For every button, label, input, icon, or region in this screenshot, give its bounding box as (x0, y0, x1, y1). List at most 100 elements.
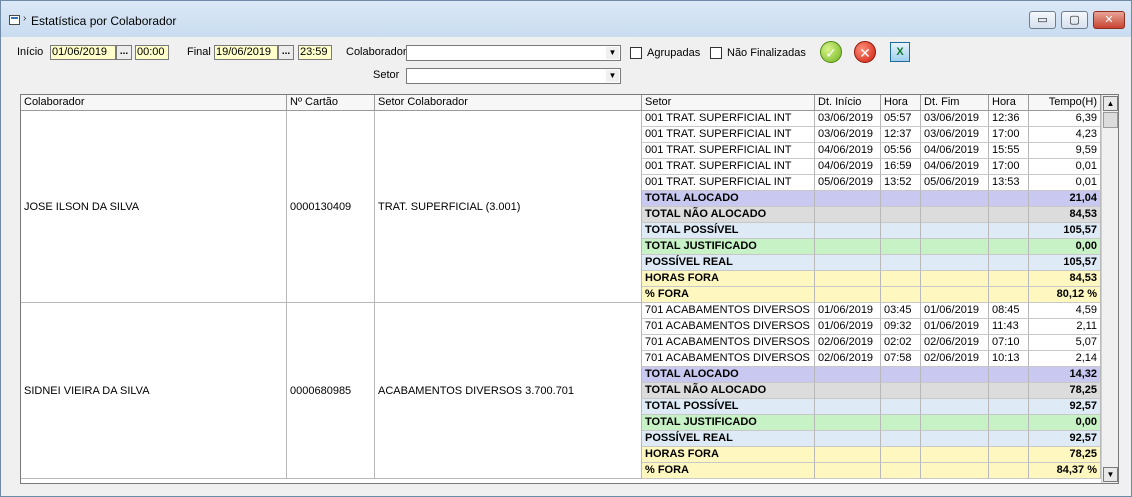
scroll-down-button[interactable]: ▼ (1103, 467, 1118, 482)
table-cell[interactable]: 2,11 (1029, 319, 1101, 335)
table-cell[interactable]: 9,59 (1029, 143, 1101, 159)
table-cell[interactable]: 02/06/2019 (815, 335, 881, 351)
table-cell[interactable]: 10:13 (989, 351, 1029, 367)
total-value[interactable]: 105,57 (1029, 223, 1101, 239)
table-cell[interactable]: 001 TRAT. SUPERFICIAL INT (642, 127, 815, 143)
chevron-down-icon[interactable]: ▼ (606, 70, 619, 82)
total-value[interactable]: 80,12 % (1029, 287, 1101, 303)
vertical-scrollbar[interactable]: ▲ ▼ (1101, 95, 1118, 483)
cancel-button[interactable]: ✕ (854, 41, 876, 63)
table-cell[interactable]: 01/06/2019 (815, 303, 881, 319)
table-cell[interactable]: 0,01 (1029, 159, 1101, 175)
colaborador-cell[interactable]: SIDNEI VIEIRA DA SILVA (21, 303, 287, 479)
table-cell[interactable]: 12:36 (989, 111, 1029, 127)
total-value[interactable]: 84,53 (1029, 271, 1101, 287)
total-value[interactable]: 92,57 (1029, 399, 1101, 415)
total-value[interactable]: 78,25 (1029, 447, 1101, 463)
scroll-thumb[interactable] (1103, 112, 1118, 128)
app-window-icon[interactable] (9, 15, 20, 25)
colaborador-cell[interactable]: JOSE ILSON DA SILVA (21, 111, 287, 303)
total-label[interactable]: HORAS FORA (642, 447, 815, 463)
total-label[interactable]: HORAS FORA (642, 271, 815, 287)
cartao-cell[interactable]: 0000680985 (287, 303, 375, 479)
scroll-up-button[interactable]: ▲ (1103, 96, 1118, 111)
table-cell[interactable]: 01/06/2019 (921, 319, 989, 335)
table-cell[interactable]: 05/06/2019 (815, 175, 881, 191)
confirm-button[interactable]: ✓ (820, 41, 842, 63)
total-value[interactable]: 0,00 (1029, 415, 1101, 431)
table-cell[interactable]: 02/06/2019 (921, 351, 989, 367)
table-cell[interactable]: 0,01 (1029, 175, 1101, 191)
total-value[interactable]: 92,57 (1029, 431, 1101, 447)
table-cell[interactable]: 5,07 (1029, 335, 1101, 351)
table-cell[interactable]: 001 TRAT. SUPERFICIAL INT (642, 111, 815, 127)
table-cell[interactable]: 6,39 (1029, 111, 1101, 127)
setor-colaborador-cell[interactable]: TRAT. SUPERFICIAL (3.001) (375, 111, 642, 303)
maximize-button[interactable]: ▢ (1061, 11, 1088, 29)
table-cell[interactable]: 05:56 (881, 143, 921, 159)
header-dt-inicio[interactable]: Dt. Início (815, 95, 881, 111)
total-value[interactable]: 0,00 (1029, 239, 1101, 255)
final-date-field[interactable]: 19/06/2019 (214, 45, 278, 60)
table-cell[interactable]: 02/06/2019 (815, 351, 881, 367)
table-cell[interactable]: 03/06/2019 (815, 127, 881, 143)
table-cell[interactable]: 02:02 (881, 335, 921, 351)
export-excel-button[interactable]: X (890, 42, 910, 62)
close-button[interactable]: ✕ (1093, 11, 1125, 29)
total-label[interactable]: TOTAL JUSTIFICADO (642, 239, 815, 255)
results-grid[interactable]: Colaborador Nº Cartão Setor Colaborador Set… (20, 94, 1119, 484)
header-hora-fim[interactable]: Hora (989, 95, 1029, 111)
table-cell[interactable]: 05:57 (881, 111, 921, 127)
table-cell[interactable]: 01/06/2019 (815, 319, 881, 335)
header-colaborador[interactable]: Colaborador (21, 95, 287, 111)
total-label[interactable]: TOTAL NÃO ALOCADO (642, 207, 815, 223)
nao-finalizadas-checkbox[interactable] (710, 47, 722, 59)
table-cell[interactable]: 08:45 (989, 303, 1029, 319)
table-cell[interactable]: 05/06/2019 (921, 175, 989, 191)
table-cell[interactable]: 04/06/2019 (921, 143, 989, 159)
table-cell[interactable]: 4,59 (1029, 303, 1101, 319)
total-label[interactable]: TOTAL NÃO ALOCADO (642, 383, 815, 399)
table-cell[interactable]: 03:45 (881, 303, 921, 319)
total-value[interactable]: 14,32 (1029, 367, 1101, 383)
total-label[interactable]: TOTAL ALOCADO (642, 367, 815, 383)
header-hora-inicio[interactable]: Hora (881, 95, 921, 111)
total-value[interactable]: 84,53 (1029, 207, 1101, 223)
table-cell[interactable]: 07:58 (881, 351, 921, 367)
table-cell[interactable]: 17:00 (989, 159, 1029, 175)
table-cell[interactable]: 03/06/2019 (815, 111, 881, 127)
table-cell[interactable]: 701 ACABAMENTOS DIVERSOS (642, 303, 815, 319)
table-cell[interactable]: 12:37 (881, 127, 921, 143)
table-cell[interactable]: 04/06/2019 (921, 159, 989, 175)
table-cell[interactable]: 13:52 (881, 175, 921, 191)
header-tempo[interactable]: Tempo(H) (1029, 95, 1101, 111)
setor-select[interactable]: ▼ (406, 68, 621, 84)
table-cell[interactable]: 04/06/2019 (815, 143, 881, 159)
table-cell[interactable]: 09:32 (881, 319, 921, 335)
header-setor-colaborador[interactable]: Setor Colaborador (375, 95, 642, 111)
table-cell[interactable]: 15:55 (989, 143, 1029, 159)
total-value[interactable]: 21,04 (1029, 191, 1101, 207)
table-cell[interactable]: 03/06/2019 (921, 127, 989, 143)
table-cell[interactable]: 07:10 (989, 335, 1029, 351)
header-setor[interactable]: Setor (642, 95, 815, 111)
table-cell[interactable]: 2,14 (1029, 351, 1101, 367)
inicio-date-picker-button[interactable]: ... (116, 45, 132, 60)
table-cell[interactable]: 001 TRAT. SUPERFICIAL INT (642, 175, 815, 191)
inicio-time-field[interactable]: 00:00 (135, 45, 169, 60)
chevron-down-icon[interactable]: ▼ (606, 47, 619, 59)
minimize-button[interactable]: ▭ (1029, 11, 1056, 29)
final-date-picker-button[interactable]: ... (278, 45, 294, 60)
total-value[interactable]: 84,37 % (1029, 463, 1101, 479)
inicio-date-field[interactable]: 01/06/2019 (50, 45, 116, 60)
total-label[interactable]: TOTAL POSSÍVEL (642, 399, 815, 415)
total-label[interactable]: POSSÍVEL REAL (642, 431, 815, 447)
table-cell[interactable]: 03/06/2019 (921, 111, 989, 127)
table-cell[interactable]: 01/06/2019 (921, 303, 989, 319)
table-cell[interactable]: 701 ACABAMENTOS DIVERSOS (642, 351, 815, 367)
total-value[interactable]: 78,25 (1029, 383, 1101, 399)
total-label[interactable]: TOTAL POSSÍVEL (642, 223, 815, 239)
agrupadas-checkbox[interactable] (630, 47, 642, 59)
total-label[interactable]: % FORA (642, 287, 815, 303)
total-label[interactable]: POSSÍVEL REAL (642, 255, 815, 271)
